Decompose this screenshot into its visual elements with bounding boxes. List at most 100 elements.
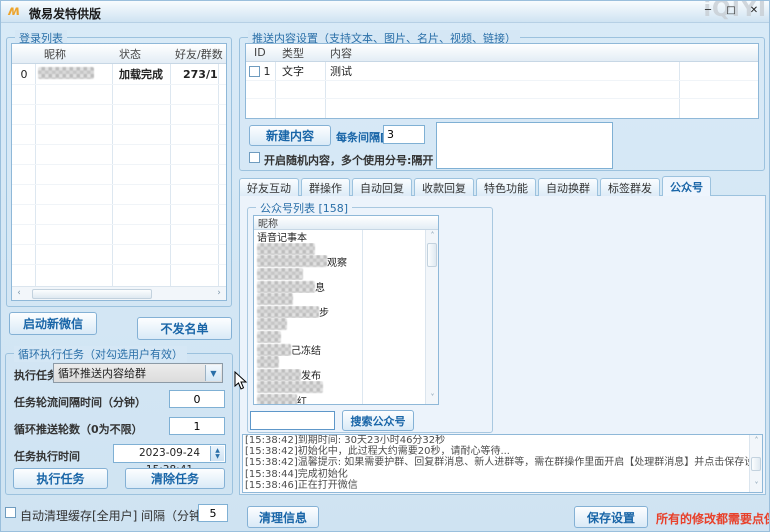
list-item[interactable]: [254, 243, 425, 256]
app-window: iQIYI ʍ 微易发特供版 ─ □ ✕ 登录列表 昵称 状态 好友/群数 0: [0, 0, 770, 532]
col-friend-group-count[interactable]: 好友/群数: [171, 46, 223, 62]
login-table-row[interactable]: 0 加载完成 273/1: [12, 64, 226, 84]
random-content-checkbox[interactable]: [249, 152, 260, 163]
task-select[interactable]: 循环推送内容给群 ▼: [53, 363, 223, 383]
task-select-value: 循环推送内容给群: [58, 365, 146, 381]
tab-special-features[interactable]: 特色功能: [476, 178, 536, 196]
login-row-status: 加载完成: [113, 66, 171, 82]
per-interval-input[interactable]: [383, 125, 425, 144]
minimize-button[interactable]: ─: [699, 4, 717, 19]
col-nickname[interactable]: 昵称: [36, 46, 113, 62]
tab-group-ops[interactable]: 群操作: [301, 178, 350, 196]
col-official-nickname[interactable]: 昵称: [254, 215, 278, 230]
tab-auto-reply[interactable]: 自动回复: [352, 178, 412, 196]
no-send-list-button[interactable]: 不发名单: [137, 317, 232, 340]
start-new-wechat-button[interactable]: 启动新微信: [9, 312, 97, 335]
push-content-textarea[interactable]: [436, 122, 613, 169]
list-item[interactable]: 发布: [254, 369, 425, 382]
auto-clean-cache-checkbox[interactable]: [5, 507, 16, 518]
list-item[interactable]: [254, 293, 425, 306]
save-reminder-text: 所有的修改都需要点保存: [656, 510, 770, 527]
clean-info-button[interactable]: 清理信息: [247, 506, 319, 528]
clear-task-button[interactable]: 清除任务: [125, 468, 225, 489]
rounds-input[interactable]: [169, 417, 225, 435]
rounds-label: 循环推送轮数（0为不限）: [14, 421, 143, 437]
log-line: [15:38:42]到期时间: 30天23小时46分32秒: [243, 435, 749, 446]
scroll-down-icon[interactable]: ˅: [426, 392, 439, 404]
task-time-picker[interactable]: 2023-09-24 15:38:41 ▲▼: [113, 444, 226, 463]
push-table-row[interactable]: 1 文字 测试: [246, 62, 758, 80]
save-settings-button[interactable]: 保存设置: [574, 506, 648, 528]
scroll-left-icon[interactable]: ‹: [12, 287, 26, 300]
vscroll-thumb[interactable]: [751, 457, 761, 471]
cache-interval-input[interactable]: [198, 504, 228, 522]
log-line: [15:38:46]正在打开微信: [243, 480, 749, 491]
random-content-label: 开启随机内容，多个使用分号:隔开: [264, 152, 433, 168]
vscroll-thumb[interactable]: [427, 243, 437, 267]
tab-friend-interact[interactable]: 好友互动: [239, 178, 299, 196]
close-button[interactable]: ✕: [745, 4, 763, 19]
push-content-table: ID 类型 内容 1 文字 测试: [245, 43, 759, 119]
login-table-header: 昵称 状态 好友/群数: [12, 44, 226, 64]
log-line: [15:38:44]完成初始化: [243, 469, 749, 480]
log-line: [15:38:42]温馨提示: 如果需要护群、回复群消息、新人进群等，需在群操作…: [243, 457, 749, 468]
tab-auto-switch-group[interactable]: 自动换群: [538, 178, 598, 196]
titlebar: iQIYI ʍ 微易发特供版 ─ □ ✕: [1, 1, 769, 23]
list-item[interactable]: 息: [254, 280, 425, 293]
spinner-icon[interactable]: ▲▼: [210, 446, 224, 461]
mouse-cursor: [234, 371, 247, 391]
login-row-nickname-redacted: [38, 67, 94, 79]
search-official-button[interactable]: 搜索公众号: [342, 410, 414, 431]
hscroll-thumb[interactable]: [32, 289, 152, 299]
list-item[interactable]: [254, 331, 425, 344]
log-vscrollbar[interactable]: ˄ ˅: [749, 435, 762, 492]
push-row-type: 文字: [276, 63, 326, 79]
official-list-rows: 语音记事本 观察 息 步 己冻结 发布 红: [254, 230, 425, 404]
push-row-checkbox[interactable]: [249, 66, 260, 77]
official-list-title: 公众号列表 [158]: [256, 200, 352, 216]
official-list: 昵称 语音记事本 观察 息 步 己冻结 发布 红 ˄ ˅: [253, 215, 439, 405]
list-item[interactable]: [254, 356, 425, 369]
list-item[interactable]: 步: [254, 306, 425, 319]
scroll-up-icon[interactable]: ˄: [426, 230, 439, 242]
list-item[interactable]: 红: [254, 394, 425, 404]
new-content-button[interactable]: 新建内容: [249, 125, 331, 146]
official-list-vscrollbar[interactable]: ˄ ˅: [425, 230, 438, 404]
tab-tag-broadcast[interactable]: 标签群发: [600, 178, 660, 196]
official-list-header: 昵称: [254, 216, 438, 230]
app-title: 微易发特供版: [29, 5, 101, 22]
run-task-button[interactable]: 执行任务: [13, 468, 108, 489]
list-item[interactable]: [254, 381, 425, 394]
round-interval-label: 任务轮流间隔时间（分钟）: [14, 394, 146, 410]
maximize-button[interactable]: □: [722, 4, 740, 19]
task-label: 执行任务: [14, 367, 58, 383]
col-type[interactable]: 类型: [276, 45, 326, 61]
scroll-right-icon[interactable]: ›: [212, 287, 226, 300]
loop-task-title: 循环执行任务（对勾选用户有效）: [14, 346, 187, 362]
col-status[interactable]: 状态: [113, 46, 171, 62]
push-row-content: 测试: [326, 63, 352, 79]
tab-official-account[interactable]: 公众号: [662, 176, 711, 196]
scroll-down-icon[interactable]: ˅: [750, 480, 763, 492]
login-row-index: 0: [12, 68, 36, 81]
push-table-header: ID 类型 内容: [246, 44, 758, 62]
col-content[interactable]: 内容: [326, 45, 352, 61]
list-item[interactable]: [254, 318, 425, 331]
login-table-hscrollbar[interactable]: ‹ ›: [12, 286, 226, 300]
scroll-up-icon[interactable]: ˄: [750, 435, 763, 447]
log-box[interactable]: [15:38:42]到期时间: 30天23小时46分32秒 [15:38:42]…: [242, 434, 763, 493]
tabstrip: 好友互动 群操作 自动回复 收款回复 特色功能 自动换群 标签群发 公众号: [239, 176, 713, 196]
list-item[interactable]: [254, 268, 425, 281]
list-item[interactable]: 语音记事本: [254, 230, 425, 243]
list-item[interactable]: 己冻结: [254, 343, 425, 356]
chevron-down-icon[interactable]: ▼: [205, 365, 221, 381]
official-search-input[interactable]: [250, 411, 335, 430]
auto-clean-cache-label: 自动清理缓存[全用户]: [20, 507, 137, 524]
login-row-count: 273/1: [171, 68, 218, 81]
round-interval-input[interactable]: [169, 390, 225, 408]
tab-payment-reply[interactable]: 收款回复: [414, 178, 474, 196]
list-item[interactable]: 观察: [254, 255, 425, 268]
app-logo-icon: ʍ: [8, 4, 24, 20]
col-id[interactable]: ID: [246, 46, 276, 59]
login-table: 昵称 状态 好友/群数 0 加载完成 273/1 ‹ ›: [11, 43, 227, 301]
